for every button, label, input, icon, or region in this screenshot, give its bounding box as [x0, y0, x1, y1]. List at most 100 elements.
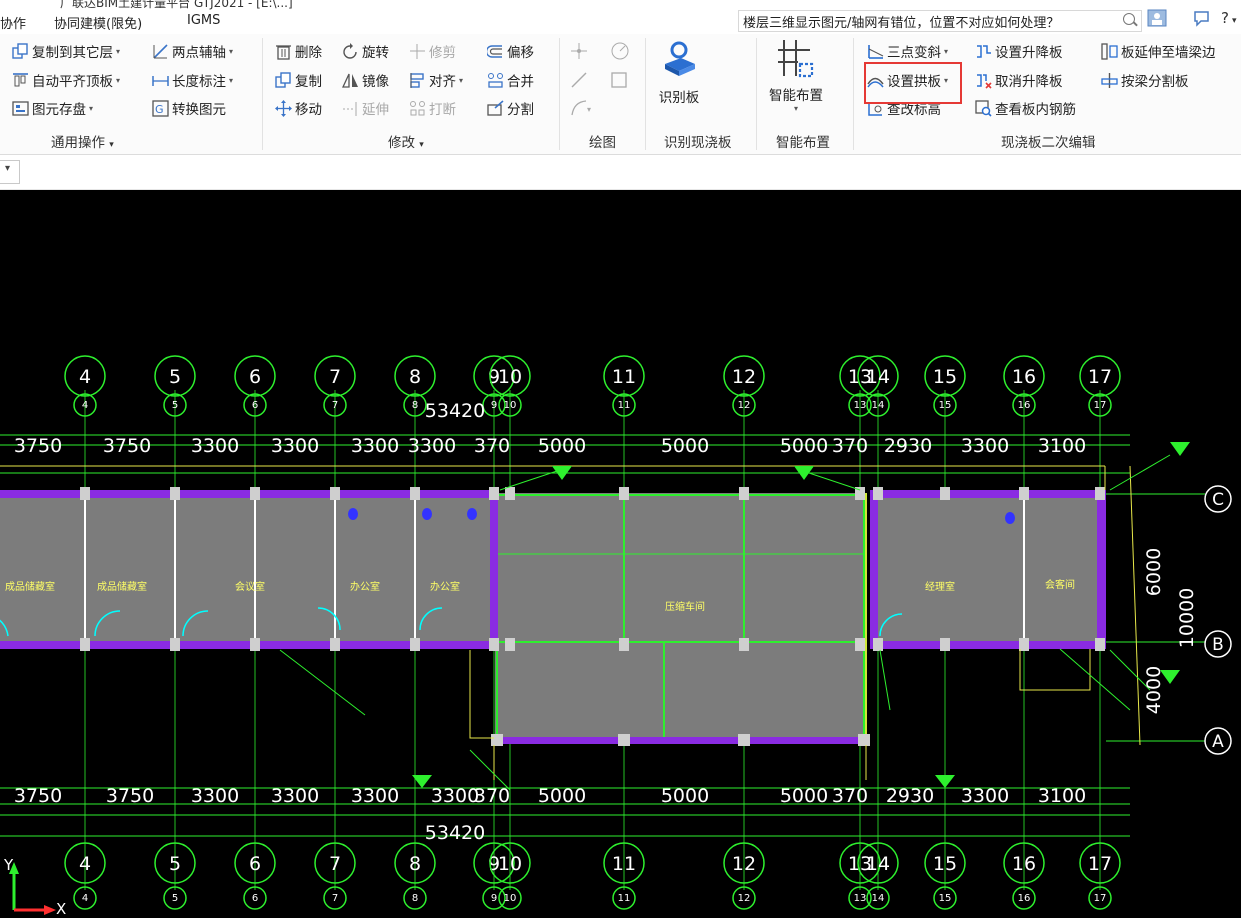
column [1095, 487, 1105, 500]
line-draw-icon[interactable] [570, 71, 588, 89]
help-icon[interactable]: ? ▾ [1219, 9, 1239, 29]
ribbon-separator [756, 38, 757, 150]
copy-to-floor-label: 复制到其它层 [32, 45, 113, 61]
user-avatar-icon[interactable] [1147, 9, 1169, 29]
menu-collaborate[interactable]: 协作 [0, 13, 26, 32]
save-element-icon [12, 100, 29, 116]
axis-number: 8 [412, 893, 418, 904]
two-point-axis-label: 两点辅轴 [172, 45, 226, 61]
column [873, 638, 883, 651]
cancel-raise-slab-button[interactable]: 取消升降板 [975, 69, 1063, 91]
split-icon [487, 99, 504, 116]
column [940, 638, 950, 651]
rotate-icon [343, 42, 357, 59]
help-search-box[interactable]: 楼层三维显示图元/轴网有错位，位置不对应如何处理？ [738, 10, 1142, 32]
convert-element-label: 转换图元 [172, 102, 226, 118]
top-dimension: 5000 [538, 435, 586, 457]
offset-button[interactable]: 偏移 [487, 40, 534, 62]
split-button[interactable]: 分割 [487, 97, 534, 119]
copy-floor-icon [12, 42, 28, 59]
column [873, 487, 883, 500]
feedback-icon[interactable] [1192, 9, 1212, 29]
smart-placement-button[interactable]: 智能布置 ▾ [764, 38, 828, 113]
axis-number: 12 [732, 853, 756, 875]
group-label-modify[interactable]: 修改 ▾ [388, 131, 424, 151]
group-label-common[interactable]: 通用操作 ▾ [51, 131, 114, 151]
copy-button[interactable]: 复制 [275, 69, 322, 91]
view-slab-rebar-button[interactable]: 查看板内钢筋 [975, 97, 1076, 119]
extend-icon [343, 101, 357, 116]
cad-drawing[interactable]: 4444555566667777888899991010101011111111… [0, 190, 1241, 918]
identify-slab-icon [665, 41, 695, 76]
three-point-slope-button[interactable]: 三点变斜 ▾ [867, 40, 948, 62]
align-icon [410, 72, 424, 88]
convert-element-button[interactable]: G 转换图元 [152, 97, 226, 119]
mirror-button[interactable]: 镜像 [342, 69, 389, 91]
delete-button[interactable]: 删除 [275, 40, 322, 62]
room-name: 办公室 [350, 580, 380, 593]
split-slab-by-beam-button[interactable]: 按梁分割板 [1101, 69, 1189, 91]
rotate-button[interactable]: 旋转 [342, 40, 389, 62]
axis-number: 6 [249, 853, 261, 875]
y-axis-label: Y [3, 856, 14, 874]
trim-button[interactable]: 修剪 [409, 40, 456, 62]
axis-number: 6 [249, 366, 261, 388]
top-dimension: 3300 [408, 435, 456, 457]
merge-icon [488, 72, 503, 88]
column [80, 638, 90, 651]
top-dimension: 3750 [14, 435, 62, 457]
group-label-smart: 智能布置 [776, 135, 830, 151]
bottom-dimension: 3300 [431, 785, 479, 807]
svg-text:▾: ▾ [587, 105, 591, 114]
column [738, 734, 750, 746]
axis-number: 6 [252, 893, 258, 904]
length-dimension-button[interactable]: 长度标注 ▾ [152, 69, 233, 91]
copy-to-floor-button[interactable]: 复制到其它层 ▾ [12, 40, 120, 62]
window-title: 广联达BIM土建计量平台 GTJ2021 - [E:\...] [60, 0, 293, 10]
column [739, 487, 749, 500]
cancel-raise-slab-label: 取消升降板 [995, 74, 1063, 90]
rotate-point-icon[interactable] [610, 41, 630, 61]
menu-collab-modeling[interactable]: 协同建模(限免) [54, 13, 142, 32]
extend-button[interactable]: 延伸 [342, 97, 389, 119]
column [489, 487, 499, 500]
point-draw-icon[interactable] [570, 42, 588, 60]
drawing-canvas[interactable]: 4 4 4 4 5 5 5 5 6 6 6 6 7 7 7 7 8 8 8 8 9 9 9 9 10 10 10 10 11 11 11 11… [0, 190, 1241, 918]
identify-slab-button[interactable]: 识别板 [654, 40, 704, 106]
top-dimension: 3300 [351, 435, 399, 457]
floor-dropdown[interactable] [0, 160, 20, 184]
extend-slab-to-wall-button[interactable]: 板延伸至墙梁边 [1101, 40, 1216, 62]
merge-button[interactable]: 合并 [487, 69, 534, 91]
room-name: 压缩车间 [665, 600, 705, 613]
menu-igms[interactable]: IGMS [187, 13, 220, 28]
axis-number: 7 [329, 853, 341, 875]
bottom-dimension: 370 [832, 785, 868, 807]
two-point-axis-button[interactable]: 两点辅轴 ▾ [152, 40, 233, 62]
align-button[interactable]: 对齐 ▾ [409, 69, 463, 91]
axis-number: 16 [1018, 400, 1031, 411]
break-button[interactable]: 打断 [409, 97, 456, 119]
move-button[interactable]: 移动 [275, 97, 322, 119]
axis-number: 7 [332, 400, 338, 411]
delete-label: 删除 [295, 45, 322, 61]
axis-number: 14 [872, 400, 885, 411]
axis-number: 11 [618, 400, 631, 411]
save-element-label: 图元存盘 [32, 102, 86, 118]
group-label-draw: 绘图 [589, 135, 616, 151]
bottom-dimension: 3300 [191, 785, 239, 807]
column [170, 487, 180, 500]
row-axis-letter: C [1212, 490, 1224, 510]
room-name: 经理室 [925, 580, 955, 593]
rotate-label: 旋转 [362, 45, 389, 61]
ribbon-separator [559, 38, 560, 150]
rectangle-draw-icon[interactable] [610, 71, 628, 89]
auto-align-top-button[interactable]: 自动平齐顶板 ▾ [12, 69, 120, 91]
arc-draw-icon[interactable]: ▾ [570, 99, 596, 117]
top-dimension: 3300 [191, 435, 239, 457]
save-element-button[interactable]: 图元存盘 ▾ [12, 97, 93, 119]
bottom-dimension: 370 [474, 785, 510, 807]
set-raise-slab-button[interactable]: 设置升降板 [975, 40, 1063, 62]
bottom-dimension: 3300 [271, 785, 319, 807]
search-icon[interactable] [1123, 13, 1135, 25]
property-bar [0, 155, 1241, 190]
